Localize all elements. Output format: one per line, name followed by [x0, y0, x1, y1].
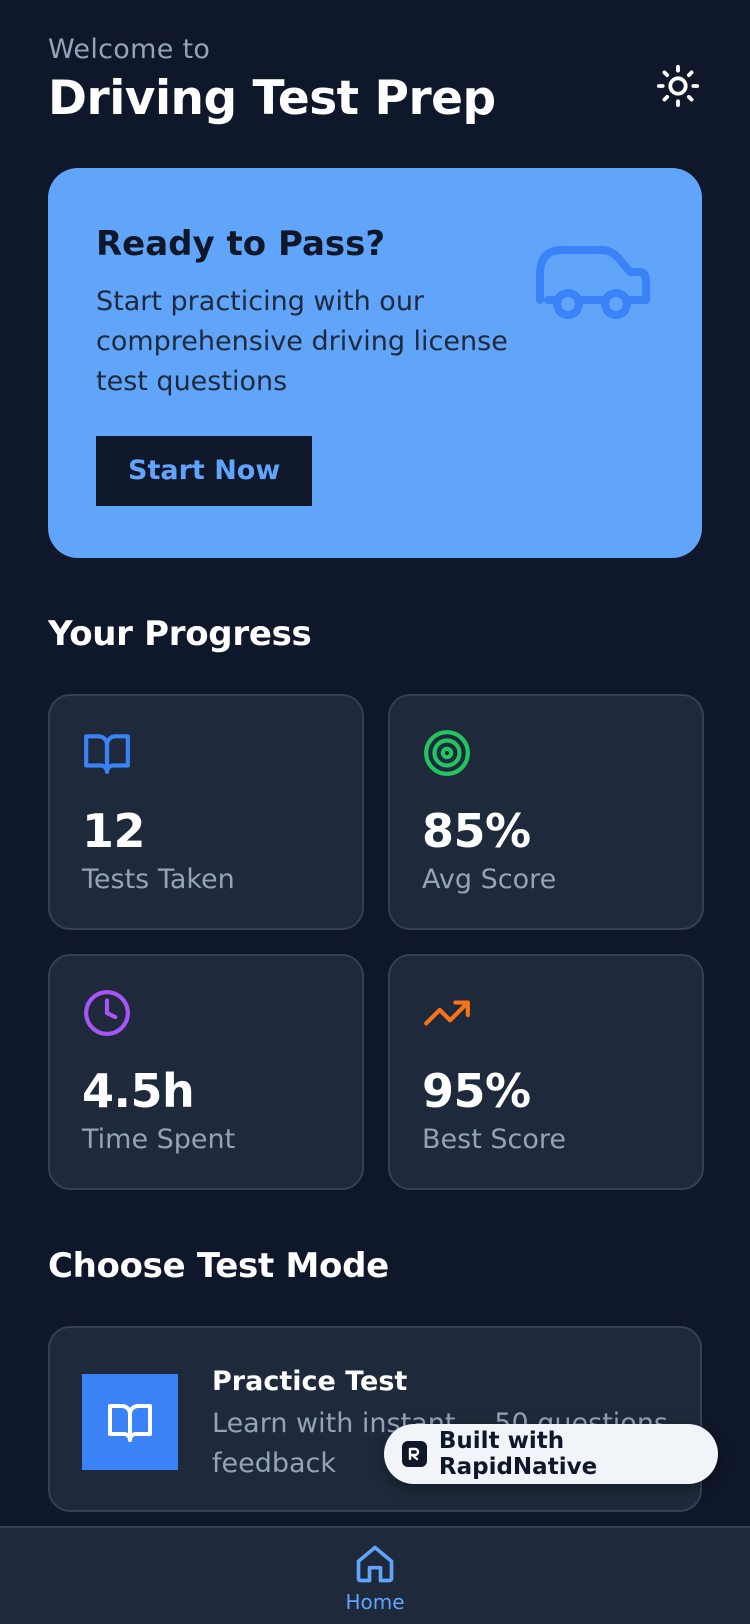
clock-icon [84, 990, 130, 1036]
stat-label: Time Spent [82, 1124, 236, 1155]
badge-label: Built with RapidNative [438, 1428, 598, 1480]
stat-card-best-score: 95% Best Score [388, 954, 704, 1190]
app-title: Driving Test Prep [48, 71, 496, 126]
tab-home-label: Home [345, 1590, 405, 1614]
sun-icon [656, 64, 700, 108]
hero-description: Start practicing with our comprehensive … [96, 286, 508, 397]
tab-home[interactable]: Home [335, 1542, 415, 1624]
stat-value: 95% [422, 1064, 531, 1118]
home-icon [356, 1545, 394, 1583]
mode-title: Practice Test [212, 1366, 408, 1397]
mode-icon-box [82, 1374, 178, 1470]
stat-label: Best Score [422, 1124, 566, 1155]
bottom-tab-bar: Home [0, 1526, 750, 1624]
practice-test-card[interactable]: Practice Test Learn with instant feedbac… [48, 1326, 702, 1512]
stat-label: Avg Score [422, 864, 557, 895]
rapidnative-logo-icon [402, 1441, 427, 1467]
book-open-icon [84, 734, 130, 774]
book-open-icon [108, 1404, 152, 1442]
header: Welcome to Driving Test Prep [48, 34, 702, 144]
built-with-rapidnative-badge[interactable]: Built with RapidNative [384, 1424, 718, 1484]
stat-value: 4.5h [82, 1064, 195, 1118]
car-icon [536, 246, 650, 319]
start-now-button[interactable]: Start Now [96, 436, 313, 506]
stat-value: 12 [82, 804, 146, 858]
hero-card: Ready to Pass? Start practicing with our… [48, 168, 702, 558]
test-mode-section-title: Choose Test Mode [48, 1246, 389, 1286]
trending-up-icon [424, 1000, 470, 1026]
target-icon [424, 730, 470, 776]
stat-card-time-spent: 4.5h Time Spent [48, 954, 364, 1190]
progress-section-title: Your Progress [48, 614, 312, 654]
theme-toggle-button[interactable] [654, 62, 702, 110]
stat-card-tests-taken: 12 Tests Taken [48, 694, 364, 930]
stat-label: Tests Taken [82, 864, 235, 895]
stat-value: 85% [422, 804, 531, 858]
stat-card-avg-score: 85% Avg Score [388, 694, 704, 930]
welcome-text: Welcome to [48, 34, 211, 65]
home-screen: Welcome to Driving Test Prep Ready to Pa… [0, 0, 750, 1624]
